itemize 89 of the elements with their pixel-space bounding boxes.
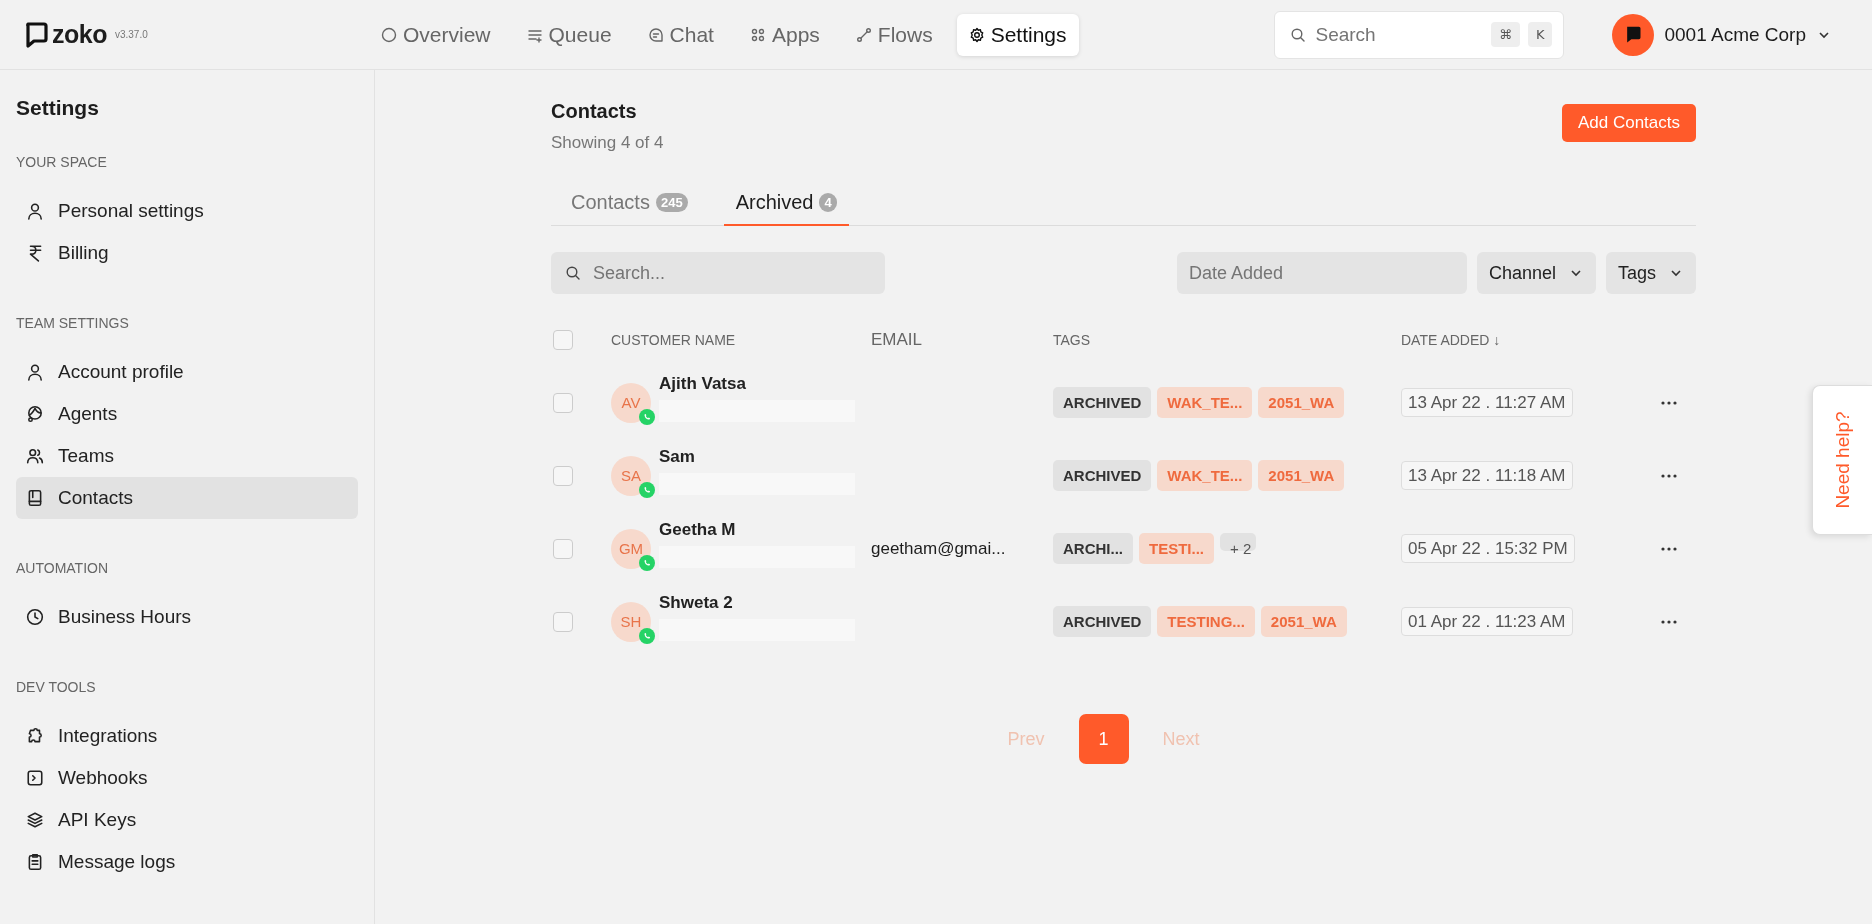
nav-tab[interactable]: Apps [737,13,832,56]
sidebar-item[interactable]: Webhooks [16,757,358,799]
dropdown-button[interactable]: Tags [1605,252,1696,294]
flows-icon [855,26,872,43]
logo-icon [24,21,48,48]
tag: ARCHIVED [1053,460,1152,491]
checkbox[interactable] [553,330,573,350]
whatsapp-icon [639,408,655,425]
tag: WAK_TE... [1157,387,1253,418]
more-icon[interactable] [1661,546,1677,551]
sidebar-item[interactable]: Agents [16,393,358,435]
nav-tab[interactable]: Overview [369,13,503,56]
tab[interactable]: Contacts 245 [559,183,700,226]
column-header: EMAIL [871,330,924,350]
account-avatar [1612,13,1655,56]
more-icon[interactable] [1661,400,1677,405]
sidebar-item[interactable]: Contacts [16,477,358,519]
tab[interactable]: Archived 4 [723,183,849,226]
search-icon [1290,26,1307,43]
gear-icon [968,26,985,43]
email-text: geetham@gmai... [871,538,1006,558]
apps-icon [749,26,766,43]
nav-tab[interactable]: Flows [843,13,945,56]
checkbox[interactable] [553,538,573,559]
whatsapp-icon [639,627,655,644]
section-heading: YOUR SPACE [16,154,108,170]
sidebar-item[interactable]: Message logs [16,841,358,883]
column-header: TAGS [1053,332,1092,348]
search-field[interactable]: Search... [551,252,885,294]
puzzle-icon [26,727,44,745]
search-icon [565,265,581,281]
chat-icon [647,26,664,43]
tag: ARCHI... [1053,533,1133,564]
sidebar-item[interactable]: API Keys [16,799,358,841]
nav-tab[interactable]: Chat [635,13,726,56]
tag: WAK_TE... [1157,460,1253,491]
date-field[interactable]: Date Added [1176,252,1467,294]
sidebar-item[interactable]: Teams [16,435,358,477]
checkbox[interactable] [553,465,573,486]
customer-name: Geetha M [659,519,737,540]
date-added: 13 Apr 22 . 11:27 AM [1401,387,1573,417]
date-added: 13 Apr 22 . 11:18 AM [1401,460,1573,490]
checkbox[interactable] [553,392,573,413]
tag: ARCHIVED [1053,387,1152,418]
customer-name: Ajith Vatsa [659,373,747,394]
layers-icon [26,811,44,829]
circle-icon [381,26,397,43]
more-icon[interactable] [1661,473,1677,478]
sidebar-item[interactable]: Billing [16,232,358,274]
tag: 2051_WA [1260,606,1347,637]
terminal-icon [26,769,44,787]
section-heading: DEV TOOLS [16,679,97,695]
dropdown-button[interactable]: Channel [1476,252,1596,294]
clipboard-icon [26,853,44,871]
book-icon [26,489,44,507]
section-heading: AUTOMATION [16,560,110,576]
nav-tab[interactable]: Settings [956,13,1079,56]
tag: TESTING... [1157,606,1255,637]
sidebar-item[interactable]: Account profile [16,351,358,393]
user-icon [26,363,44,381]
page-subtitle: Showing 4 of 4 [551,133,664,153]
checkbox[interactable] [553,611,573,632]
customer-name: Sam [659,446,696,467]
version-label: v3.37.0 [114,29,148,40]
sidebar-item[interactable]: Business Hours [16,596,358,638]
tag: TESTI... [1139,533,1214,564]
brand-name: zoko [52,20,107,49]
sidebar-item[interactable]: Personal settings [16,190,358,232]
more-icon[interactable] [1661,619,1677,624]
sidebar-item[interactable]: Integrations [16,715,358,757]
tag: 2051_WA [1258,460,1345,491]
sidebar-title: Settings [16,96,100,120]
whatsapp-icon [639,554,655,571]
nav-tab[interactable]: Queue [514,13,624,56]
date-added: 05 Apr 22 . 15:32 PM [1401,533,1575,563]
customer-name: Shweta 2 [659,592,734,613]
section-heading: TEAM SETTINGS [16,315,130,331]
date-added: 01 Apr 22 . 11:23 AM [1401,606,1573,636]
account-menu[interactable]: 0001 Acme Corp [1612,13,1832,56]
tag: ARCHIVED [1053,606,1152,637]
page-title: Contacts [551,100,638,123]
column-header: CUSTOMER NAME [611,332,737,348]
user-icon [26,202,44,220]
tag: 2051_WA [1258,387,1345,418]
whatsapp-icon [639,481,655,498]
agents-icon [26,405,44,423]
users-icon [26,447,44,465]
clock-icon [26,608,44,626]
column-header: DATE ADDED ↓ [1401,332,1502,348]
